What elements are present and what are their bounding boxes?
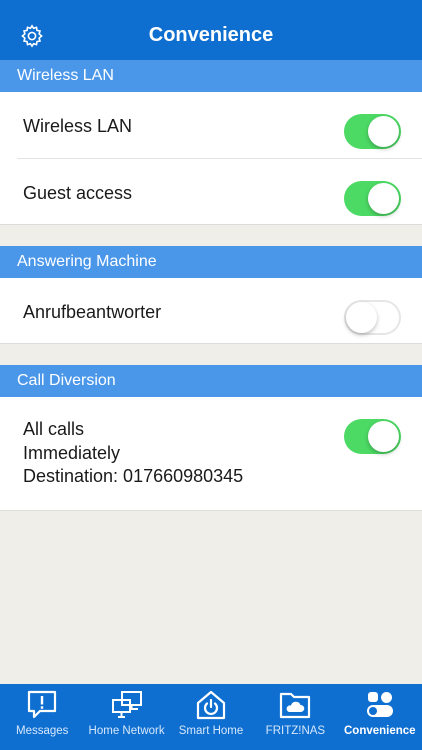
diversion-destination: Destination: 017660980345 (23, 466, 244, 486)
tab-label: FRITZ!NAS (265, 725, 326, 737)
folder-cloud-icon (280, 692, 311, 719)
tab-label: Home Network (88, 725, 165, 737)
tab-label: Convenience (344, 725, 416, 737)
section-header-call-diversion: Call Diversion (0, 365, 422, 397)
call-diversion-item[interactable]: All calls Immediately Destination: 01766… (0, 397, 422, 511)
wireless-lan-label: Wireless LAN (23, 116, 133, 136)
message-alert-icon (28, 690, 57, 719)
smart-home-power-icon (196, 690, 226, 720)
toggle-knob (368, 421, 399, 452)
tab-messages[interactable]: Messages (0, 684, 84, 750)
anrufbeantworter-label: Anrufbeantworter (23, 302, 162, 322)
call-diversion-details: All calls Immediately Destination: 01766… (23, 418, 243, 489)
top-bar: Convenience (0, 0, 422, 60)
guest-access-toggle[interactable] (344, 181, 401, 216)
wireless-lan-toggle[interactable] (344, 114, 401, 149)
diversion-scope: All calls (23, 419, 85, 439)
tab-home-network[interactable]: Home Network (84, 684, 168, 750)
group-bottom-line (0, 224, 422, 225)
wlan-group: Wireless LAN Guest access (0, 92, 422, 225)
row-divider (17, 158, 422, 159)
tab-bar: Messages Home Network Smart Home FRITZ!N… (0, 684, 422, 750)
page-title: Convenience (148, 24, 274, 46)
diversion-timing: Immediately (23, 442, 121, 463)
toggle-knob (346, 302, 377, 333)
section-header-answering-machine: Answering Machine (0, 246, 422, 278)
tab-convenience[interactable]: Convenience (338, 684, 422, 750)
call-diversion-toggle[interactable] (344, 419, 401, 454)
anrufbeantworter-toggle[interactable] (344, 300, 401, 335)
tab-label: Messages (15, 725, 69, 737)
tab-label: Smart Home (178, 725, 244, 737)
answering-group: Anrufbeantworter (0, 278, 422, 344)
group-bottom-line (0, 343, 422, 344)
network-monitors-icon (111, 691, 142, 718)
group-bottom-line (0, 510, 422, 511)
section-header-wireless-lan: Wireless LAN (0, 60, 422, 92)
convenience-icon (366, 692, 393, 717)
tab-smart-home[interactable]: Smart Home (169, 684, 253, 750)
toggle-knob (368, 183, 399, 214)
guest-access-label: Guest access (23, 183, 133, 203)
tab-fritz-nas[interactable]: FRITZ!NAS (253, 684, 337, 750)
toggle-knob (368, 116, 399, 147)
